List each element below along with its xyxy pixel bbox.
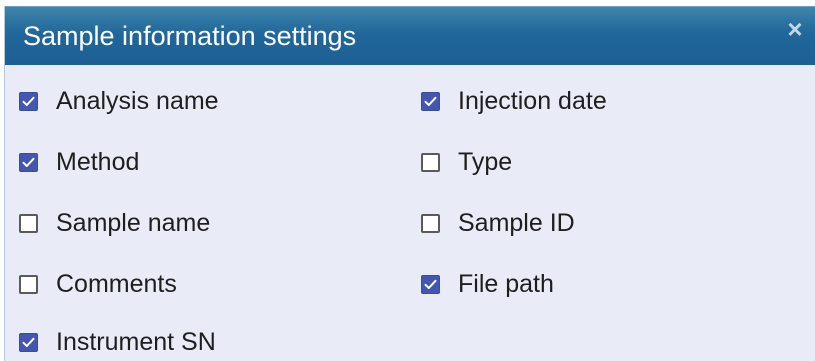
checkbox-checked-icon[interactable]: [421, 274, 440, 294]
checkbox-unchecked-icon[interactable]: [421, 213, 440, 233]
option-label: Method: [56, 147, 140, 176]
checkbox-checked-icon[interactable]: [19, 332, 38, 352]
option-analysis-name[interactable]: Analysis name: [19, 83, 219, 119]
dialog-title-bar: Sample information settings ×: [5, 6, 815, 65]
option-label: Instrument SN: [56, 327, 216, 356]
option-label: Type: [458, 147, 513, 176]
sample-info-settings-dialog: Sample information settings × Analysis n…: [4, 6, 815, 361]
option-sample-name[interactable]: Sample name: [19, 205, 210, 241]
option-injection-date[interactable]: Injection date: [421, 83, 607, 119]
option-type[interactable]: Type: [421, 144, 512, 180]
close-icon[interactable]: ×: [781, 15, 809, 43]
checkbox-checked-icon[interactable]: [421, 91, 440, 111]
checkbox-unchecked-icon[interactable]: [421, 152, 440, 172]
option-comments[interactable]: Comments: [19, 266, 177, 302]
option-method[interactable]: Method: [19, 144, 139, 180]
option-label: Analysis name: [56, 86, 219, 115]
checkbox-checked-icon[interactable]: [19, 91, 38, 111]
checkbox-checked-icon[interactable]: [19, 152, 38, 172]
option-label: File path: [458, 269, 554, 298]
checkbox-unchecked-icon[interactable]: [19, 274, 38, 294]
dialog-title: Sample information settings: [23, 21, 357, 51]
option-label: Sample ID: [458, 208, 575, 237]
option-instrument-sn[interactable]: Instrument SN: [19, 324, 216, 360]
option-sample-id[interactable]: Sample ID: [421, 205, 575, 241]
option-label: Injection date: [458, 86, 607, 115]
checkbox-unchecked-icon[interactable]: [19, 213, 38, 233]
option-file-path[interactable]: File path: [421, 266, 554, 302]
option-label: Comments: [56, 269, 177, 298]
option-label: Sample name: [56, 208, 211, 237]
